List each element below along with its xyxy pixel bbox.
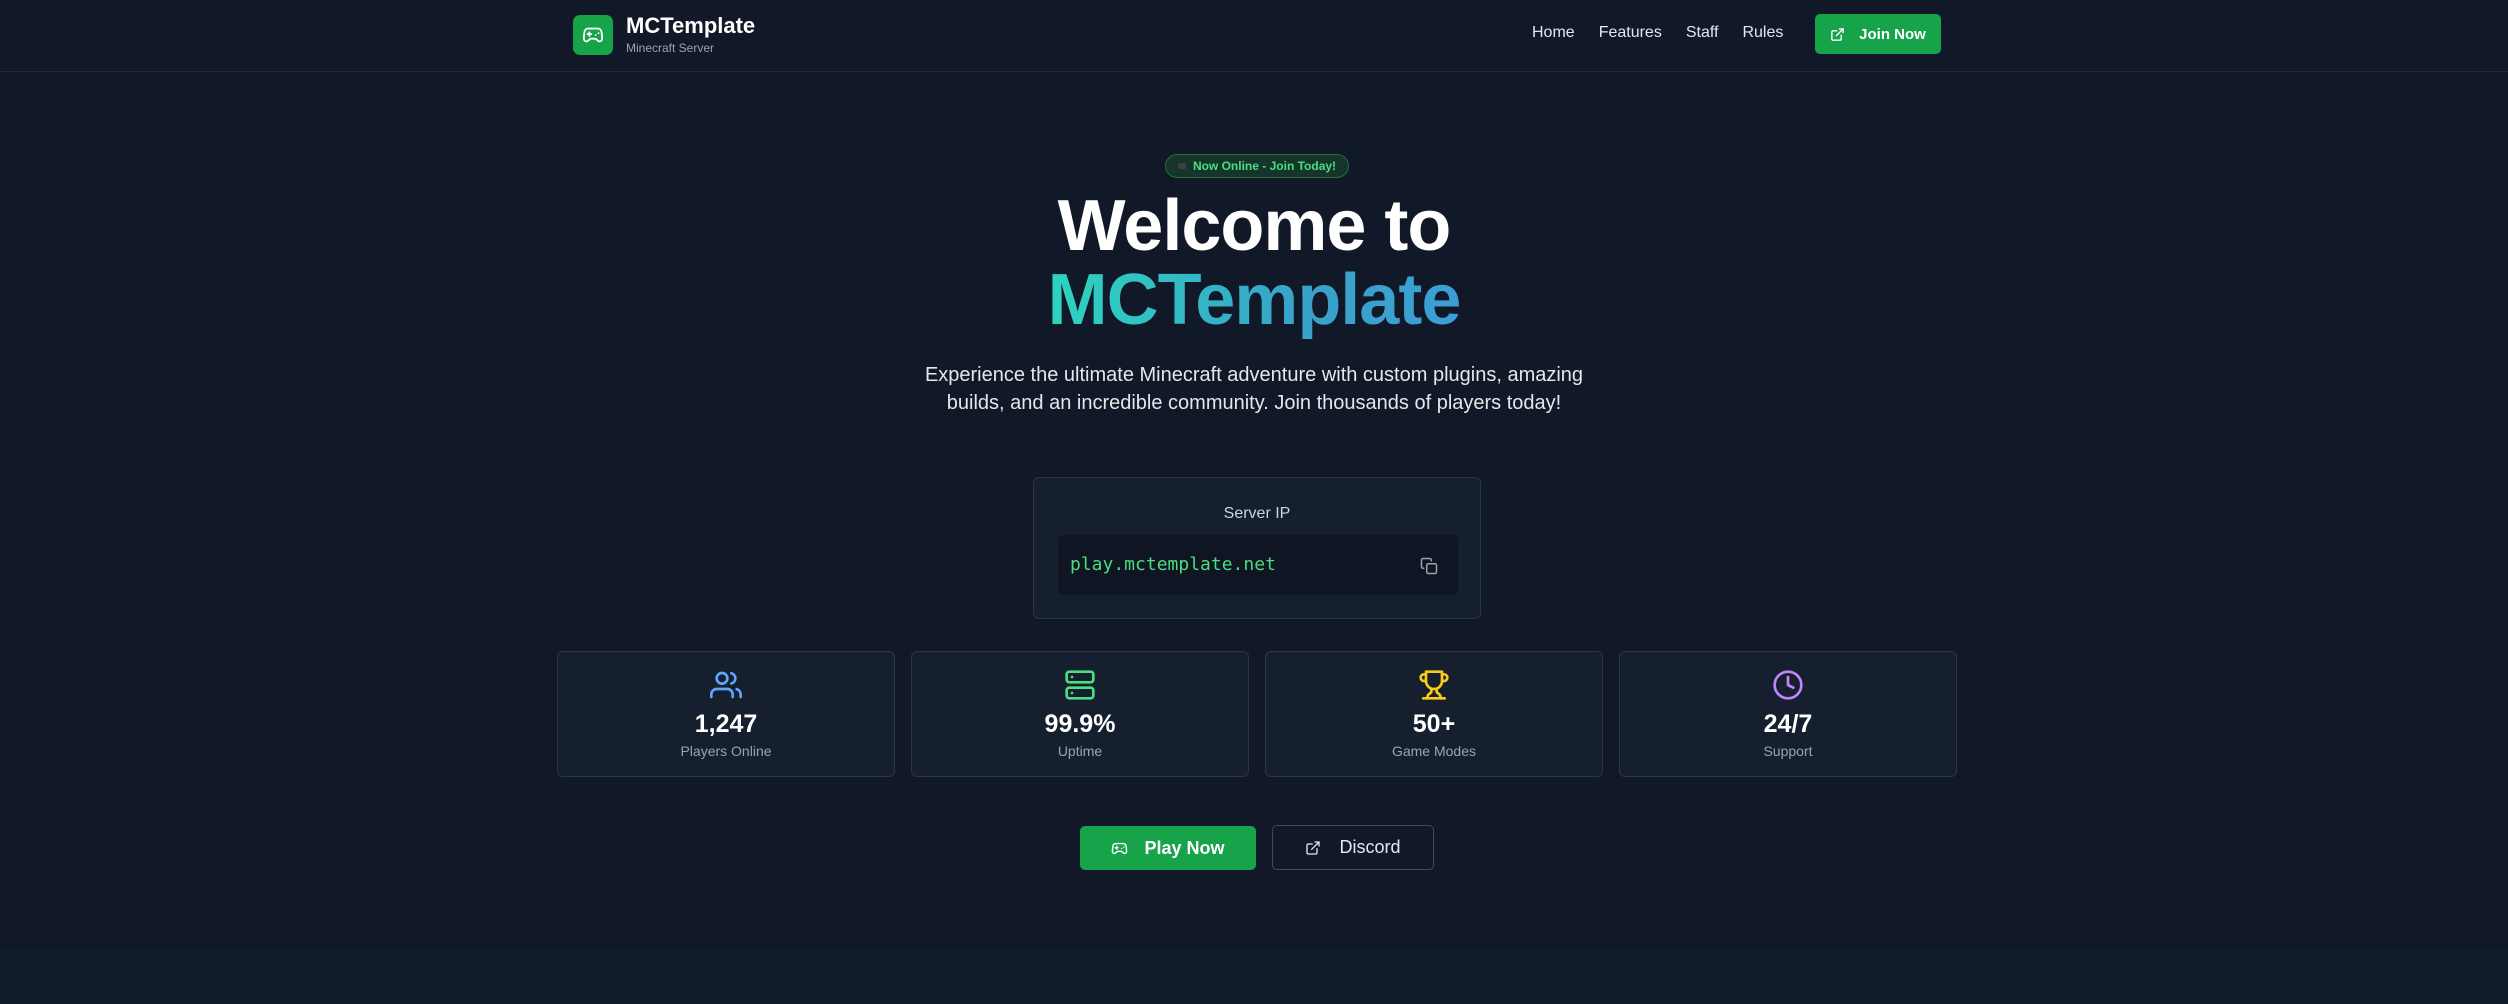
stat-label: Support — [1763, 743, 1813, 759]
play-now-button[interactable]: Play Now — [1080, 826, 1256, 870]
server-ip-card: Server IP play.mctemplate.net — [1033, 477, 1481, 619]
trophy-icon — [1419, 670, 1449, 700]
stat-value: 1,247 — [694, 710, 758, 738]
nav-link-staff[interactable]: Staff — [1686, 22, 1719, 44]
users-icon — [710, 671, 742, 699]
stat-card-support: 24/7 Support — [1619, 651, 1957, 777]
server-ip-value[interactable]: play.mctemplate.net — [1070, 554, 1276, 575]
server-ip-label: Server IP — [1223, 505, 1291, 522]
status-badge-text: Now Online - Join Today! — [1192, 159, 1337, 173]
stat-label: Players Online — [680, 743, 772, 759]
brand-title: MCTemplate — [626, 13, 756, 38]
stat-card-players: 1,247 Players Online — [557, 651, 895, 777]
hero-title-line2: MCTemplate — [0, 262, 2508, 338]
server-icon — [1065, 670, 1095, 700]
external-link-icon — [1831, 27, 1844, 41]
badge-gamepad-icon — [1177, 163, 1186, 169]
join-now-button[interactable]: Join Now — [1815, 14, 1941, 54]
hero-title-line1: Welcome to — [1057, 186, 1452, 266]
stat-label: Game Modes — [1391, 743, 1477, 759]
status-badge: Now Online - Join Today! — [1165, 154, 1349, 178]
server-ip-box[interactable]: play.mctemplate.net — [1058, 535, 1458, 595]
stat-card-game-modes: 50+ Game Modes — [1265, 651, 1603, 777]
brand-subtitle: Minecraft Server — [626, 41, 715, 55]
external-link-icon — [1306, 840, 1321, 855]
nav-link-features[interactable]: Features — [1599, 22, 1662, 44]
copy-icon[interactable] — [1420, 557, 1438, 575]
navbar: MCTemplate Minecraft Server Home Feature… — [0, 0, 2508, 72]
discord-button[interactable]: Discord — [1272, 825, 1434, 870]
join-now-label: Join Now — [1859, 25, 1926, 43]
brand[interactable]: MCTemplate Minecraft Server — [573, 13, 755, 56]
play-now-label: Play Now — [1144, 837, 1225, 858]
hero-title-brand: MCTemplate — [1047, 260, 1462, 340]
stat-value: 50+ — [1412, 710, 1456, 738]
stat-label: Uptime — [1057, 743, 1103, 759]
nav-link-rules[interactable]: Rules — [1742, 22, 1783, 44]
stat-value: 24/7 — [1763, 710, 1813, 738]
nav-links: Home Features Staff Rules — [1532, 22, 1807, 44]
hero-description: Experience the ultimate Minecraft advent… — [924, 364, 1584, 414]
gamepad-icon — [573, 14, 613, 55]
next-section-band — [0, 950, 2508, 1004]
stat-card-uptime: 99.9% Uptime — [911, 651, 1249, 777]
discord-label: Discord — [1339, 837, 1401, 857]
gamepad-icon — [1112, 842, 1128, 854]
stat-value: 99.9% — [1044, 710, 1116, 738]
nav-link-home[interactable]: Home — [1532, 22, 1575, 44]
clock-icon — [1773, 670, 1803, 700]
